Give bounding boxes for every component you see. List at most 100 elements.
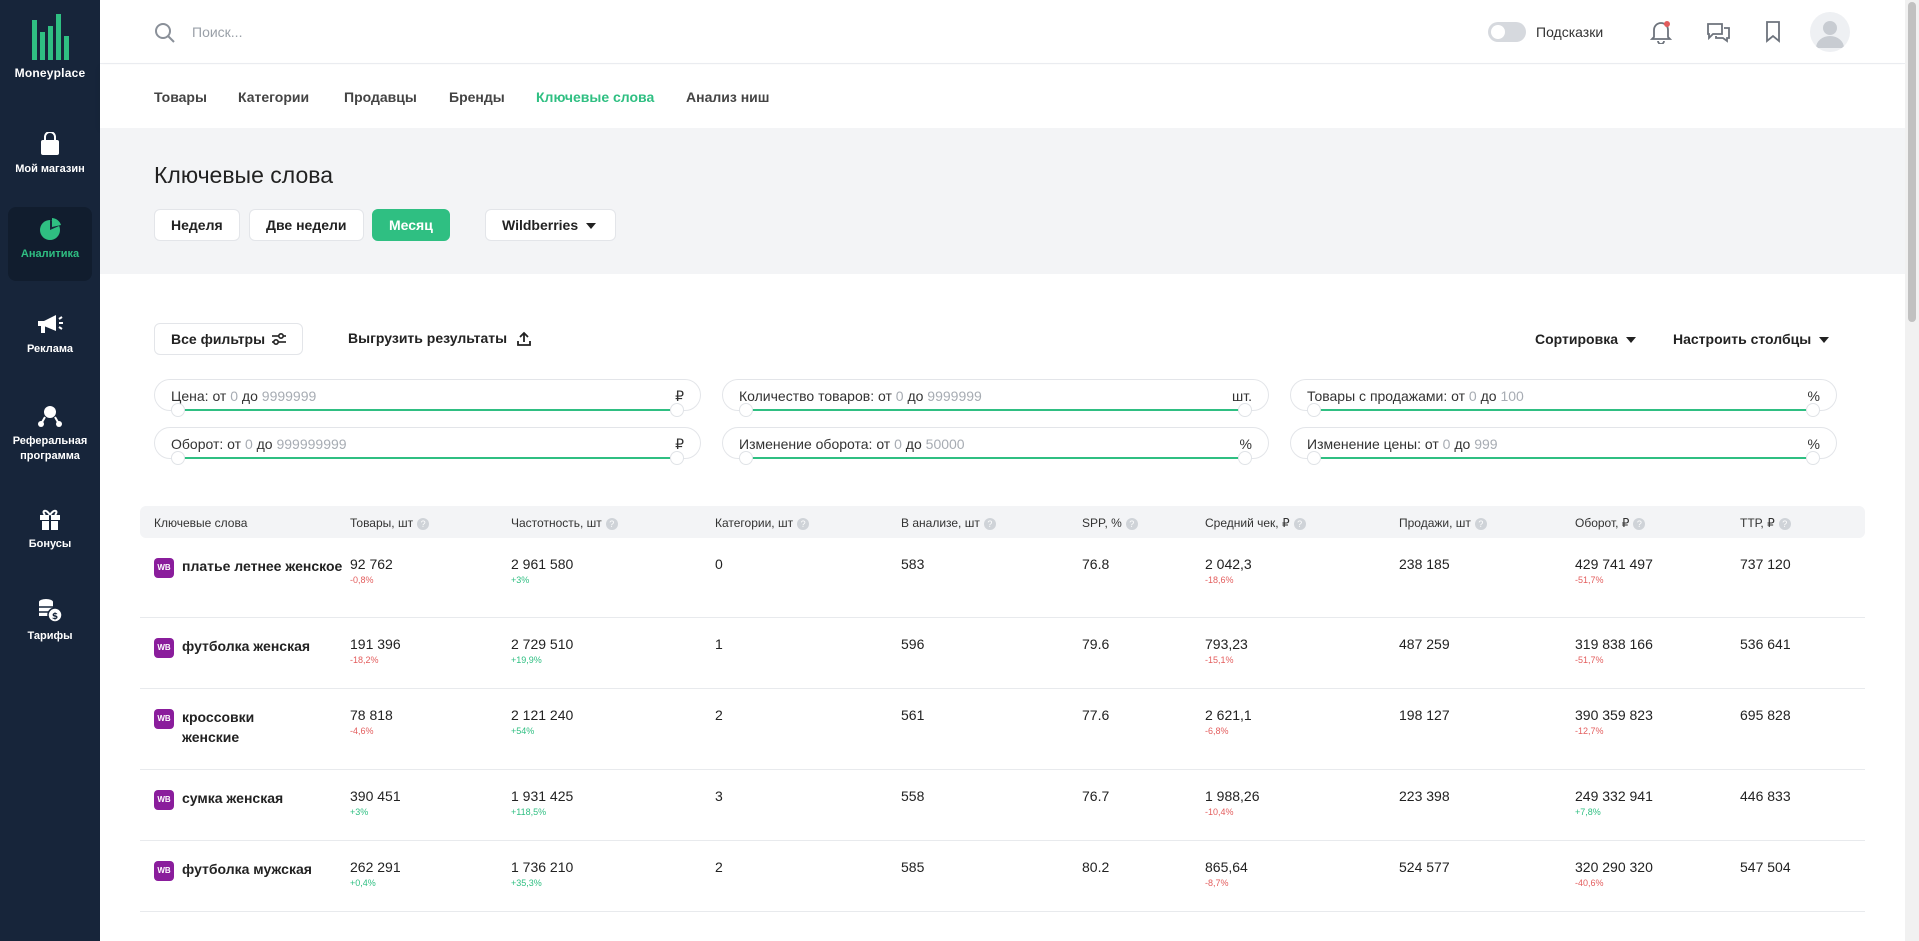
all-filters-button[interactable]: Все фильтры xyxy=(154,323,303,355)
keyword-link[interactable]: футболка мужская xyxy=(182,859,344,879)
sales-cell: 487 259 xyxy=(1399,636,1450,652)
sidebar-item-label: Мой магазин xyxy=(15,163,85,175)
range-handle-max[interactable] xyxy=(670,451,684,465)
range-handle-max[interactable] xyxy=(670,403,684,417)
revenue-cell: 320 290 320 -40,6% xyxy=(1575,859,1653,888)
wb-badge: WB xyxy=(154,709,174,729)
sidebar-item-ads[interactable]: Реклама xyxy=(8,302,92,374)
goods-count-range-filter[interactable]: Количество товаров: от 0 до 9999999 шт. xyxy=(722,379,1269,417)
sidebar-item-bonuses[interactable]: Бонусы xyxy=(8,497,92,569)
avatar[interactable] xyxy=(1810,12,1850,52)
tab-sellers[interactable]: Продавцы xyxy=(344,89,417,105)
table-header: Ключевые слова Товары, шт? Частотность, … xyxy=(140,506,1865,538)
columns-label: Настроить столбцы xyxy=(1673,331,1812,347)
scrollbar-thumb[interactable] xyxy=(1908,2,1916,322)
help-icon[interactable]: ? xyxy=(417,517,430,530)
range-handle-max[interactable] xyxy=(1238,451,1252,465)
frequency-cell: 1 736 210 +35,3% xyxy=(511,859,574,888)
export-label: Выгрузить результаты xyxy=(348,330,508,346)
keyword-link[interactable]: кроссовки женские xyxy=(182,707,302,747)
range-label: Изменение цены: от 0 до 999 xyxy=(1307,436,1498,452)
help-icon[interactable]: ? xyxy=(1293,517,1306,530)
tab-niche-analysis[interactable]: Анализ ниш xyxy=(686,89,769,105)
tab-keywords[interactable]: Ключевые слова xyxy=(536,89,654,105)
period-week-button[interactable]: Неделя xyxy=(154,209,240,241)
hints-toggle[interactable] xyxy=(1488,22,1526,42)
export-results-button[interactable]: Выгрузить результаты xyxy=(348,323,531,355)
sidebar-item-tariffs[interactable]: $ Тарифы xyxy=(8,587,92,659)
table-row[interactable]: WB кроссовки женские 78 818 -4,6% 2 121 24… xyxy=(140,689,1865,770)
sidebar-item-label: Тарифы xyxy=(27,630,73,642)
marketplace-select[interactable]: Wildberries xyxy=(485,209,616,241)
column-header-categories[interactable]: Категории, шт? xyxy=(715,516,810,530)
in-analysis-cell: 561 xyxy=(901,707,925,723)
column-header-avg-check[interactable]: Средний чек, ₽? xyxy=(1205,516,1306,530)
chat-icon[interactable] xyxy=(1705,20,1731,44)
column-header-frequency[interactable]: Частотность, шт? xyxy=(511,516,618,530)
price-range-filter[interactable]: Цена: от 0 до 9999999 ₽ xyxy=(154,379,701,417)
help-icon[interactable]: ? xyxy=(1125,517,1138,530)
page-scrollbar[interactable] xyxy=(1905,0,1919,941)
range-handle-max[interactable] xyxy=(1238,403,1252,417)
price-change-range-filter[interactable]: Изменение цены: от 0 до 999 % xyxy=(1290,427,1837,465)
sidebar-item-analytics[interactable]: Аналитика xyxy=(8,207,92,281)
page-title: Ключевые слова xyxy=(154,162,333,188)
column-header-revenue[interactable]: Оборот, ₽? xyxy=(1575,516,1646,530)
sidebar-item-my-shop[interactable]: Мой магазин xyxy=(8,122,92,194)
tab-brands[interactable]: Бренды xyxy=(449,89,505,105)
notification-bell-icon[interactable] xyxy=(1650,20,1672,44)
help-icon[interactable]: ? xyxy=(1633,517,1646,530)
gift-icon xyxy=(40,509,60,530)
column-header-spp[interactable]: SPP, %? xyxy=(1082,516,1138,530)
help-icon[interactable]: ? xyxy=(797,517,810,530)
logo-icon xyxy=(32,14,69,60)
categories-cell: 3 xyxy=(715,788,723,804)
range-handle-min[interactable] xyxy=(171,403,185,417)
help-icon[interactable]: ? xyxy=(1778,517,1791,530)
column-header-sales[interactable]: Продажи, шт? xyxy=(1399,516,1487,530)
search-icon[interactable] xyxy=(154,22,176,44)
sidebar-item-referral[interactable]: Реферальная программа xyxy=(8,392,92,472)
sort-label: Сортировка xyxy=(1535,331,1618,347)
column-header-in-analysis[interactable]: В анализе, шт? xyxy=(901,516,996,530)
table-row[interactable]: WB платье летнее женское 92 762 -0,8% 2 96… xyxy=(140,538,1865,618)
toggle-knob xyxy=(1491,25,1505,39)
filter-sliders-icon xyxy=(272,332,286,346)
range-unit: % xyxy=(1239,436,1252,452)
column-header-ttr[interactable]: ТТР, ₽? xyxy=(1740,516,1791,530)
range-handle-max[interactable] xyxy=(1806,451,1820,465)
range-handle-min[interactable] xyxy=(1307,403,1321,417)
sort-dropdown[interactable]: Сортировка xyxy=(1535,331,1636,347)
range-handle-max[interactable] xyxy=(1806,403,1820,417)
revenue-range-filter[interactable]: Оборот: от 0 до 999999999 ₽ xyxy=(154,427,701,465)
keyword-link[interactable]: футболка женская xyxy=(182,636,344,656)
revenue-change-range-filter[interactable]: Изменение оборота: от 0 до 50000 % xyxy=(722,427,1269,465)
column-header-keywords[interactable]: Ключевые слова xyxy=(154,516,247,530)
range-handle-min[interactable] xyxy=(739,403,753,417)
keyword-link[interactable]: сумка женская xyxy=(182,788,344,808)
goods-with-sales-range-filter[interactable]: Товары с продажами: от 0 до 100 % xyxy=(1290,379,1837,417)
range-handle-min[interactable] xyxy=(1307,451,1321,465)
help-icon[interactable]: ? xyxy=(605,517,618,530)
upload-icon xyxy=(517,331,531,346)
column-header-goods[interactable]: Товары, шт? xyxy=(350,516,430,530)
period-two-weeks-button[interactable]: Две недели xyxy=(249,209,364,241)
period-month-button[interactable]: Месяц xyxy=(372,209,450,241)
help-icon[interactable]: ? xyxy=(983,517,996,530)
app-logo[interactable]: Moneyplace xyxy=(0,14,100,80)
keyword-link[interactable]: платье летнее женское xyxy=(182,556,344,576)
tab-goods[interactable]: Товары xyxy=(154,89,207,105)
table-row[interactable]: WB сумка женская 390 451 +3% 1 931 425 +118… xyxy=(140,770,1865,841)
svg-text:$: $ xyxy=(52,612,58,622)
chevron-down-icon xyxy=(1819,337,1830,344)
bookmark-icon[interactable] xyxy=(1764,20,1782,44)
tab-categories[interactable]: Категории xyxy=(238,89,309,105)
search-input[interactable] xyxy=(192,18,592,46)
help-icon[interactable]: ? xyxy=(1474,517,1487,530)
configure-columns-dropdown[interactable]: Настроить столбцы xyxy=(1673,331,1830,347)
table-row[interactable]: WB футболка женская 191 396 -18,2% 2 729 5… xyxy=(140,618,1865,689)
range-handle-min[interactable] xyxy=(171,451,185,465)
range-handle-min[interactable] xyxy=(739,451,753,465)
ttr-cell: 695 828 xyxy=(1740,707,1791,723)
table-row[interactable]: WB футболка мужская 262 291 +0,4% 1 736 21… xyxy=(140,841,1865,912)
